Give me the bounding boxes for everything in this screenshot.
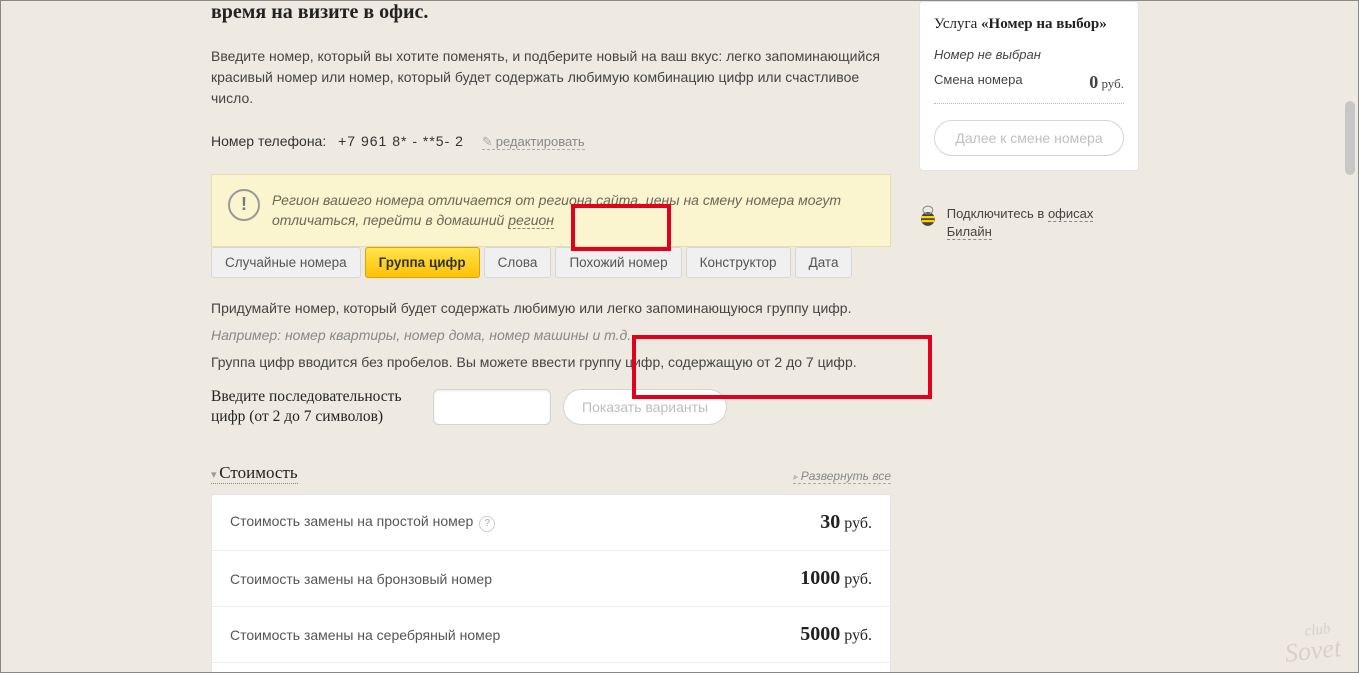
sequence-input[interactable] (433, 389, 551, 425)
offices-block: Подключитесь в офисах Билайн (919, 205, 1139, 241)
service-prefix: Услуга (934, 16, 981, 32)
change-label: Смена номера (934, 72, 1023, 93)
service-name: «Номер на выбор» (981, 16, 1107, 32)
price-value: 1000руб. (800, 567, 872, 590)
pencil-icon: ✎ (482, 134, 493, 149)
tab-2[interactable]: Слова (484, 247, 552, 278)
phone-label: Номер телефона: (211, 133, 326, 149)
service-card: Услуга «Номер на выбор» Номер не выбран … (919, 1, 1139, 171)
tab-desc-1: Придумайте номер, который будет содержат… (211, 298, 891, 319)
price-table: Стоимость замены на простой номер? 30руб.… (211, 494, 891, 673)
show-variants-button[interactable]: Показать варианты (563, 389, 727, 425)
phone-value: +7 961 8* - **5- 2 (338, 133, 464, 149)
change-currency: руб. (1101, 76, 1124, 91)
tab-4[interactable]: Конструктор (686, 247, 791, 278)
price-label: Стоимость замены на бронзовый номер (230, 571, 492, 587)
price-label: Стоимость замены на простой номер? (230, 513, 495, 532)
tab-1[interactable]: Группа цифр (365, 247, 480, 278)
edit-link[interactable]: ✎редактировать (482, 134, 585, 150)
next-button[interactable]: Далее к смене номера (934, 120, 1124, 156)
help-icon[interactable]: ? (479, 516, 495, 532)
warning-icon: ! (228, 189, 260, 221)
price-row-2: Стоимость замены на серебряный номер 5000… (212, 607, 890, 663)
tab-0[interactable]: Случайные номера (211, 247, 361, 278)
notice-region-link[interactable]: регион (508, 212, 554, 229)
not-selected-label: Номер не выбран (934, 47, 1041, 62)
tab-desc-2: Группа цифр вводится без пробелов. Вы мо… (211, 352, 891, 373)
price-value: 30руб. (820, 511, 872, 534)
price-row-0: Стоимость замены на простой номер? 30руб. (212, 495, 890, 551)
price-row-1: Стоимость замены на бронзовый номер 1000р… (212, 551, 890, 607)
edit-link-label: редактировать (496, 134, 585, 149)
offices-text: Подключитесь в (947, 206, 1048, 221)
region-notice: ! Регион вашего номера отличается от рег… (211, 174, 891, 247)
tabs: Случайные номераГруппа цифрСловаПохожий … (211, 247, 891, 278)
price-label: Стоимость замены на серебряный номер (230, 627, 500, 643)
page-title: время на визите в офис. (211, 1, 891, 24)
tab-example: Например: номер квартиры, номер дома, но… (211, 327, 631, 343)
bee-icon (919, 205, 937, 227)
cost-section-title[interactable]: Стоимость (211, 463, 298, 484)
price-row-3: Стоимость замены на золотой номер15000ру… (212, 663, 890, 673)
change-cost-line: Смена номера 0 руб. (934, 72, 1124, 104)
service-title: Услуга «Номер на выбор» (934, 16, 1124, 33)
tab-3[interactable]: Похожий номер (555, 247, 681, 278)
tab-5[interactable]: Дата (795, 247, 853, 278)
price-value: 5000руб. (800, 623, 872, 646)
number-not-selected: Номер не выбран (934, 47, 1124, 62)
scrollbar-thumb[interactable] (1345, 101, 1355, 175)
change-value: 0 (1089, 72, 1098, 92)
expand-all-link[interactable]: Развернуть все (793, 469, 891, 484)
notice-text: Регион вашего номера отличается от регио… (272, 192, 841, 228)
intro-text: Введите номер, который вы хотите поменят… (211, 46, 891, 109)
sequence-input-label: Введите последовательность цифр (от 2 до… (211, 387, 421, 427)
phone-line: Номер телефона: +7 961 8* - **5- 2 ✎реда… (211, 133, 891, 150)
